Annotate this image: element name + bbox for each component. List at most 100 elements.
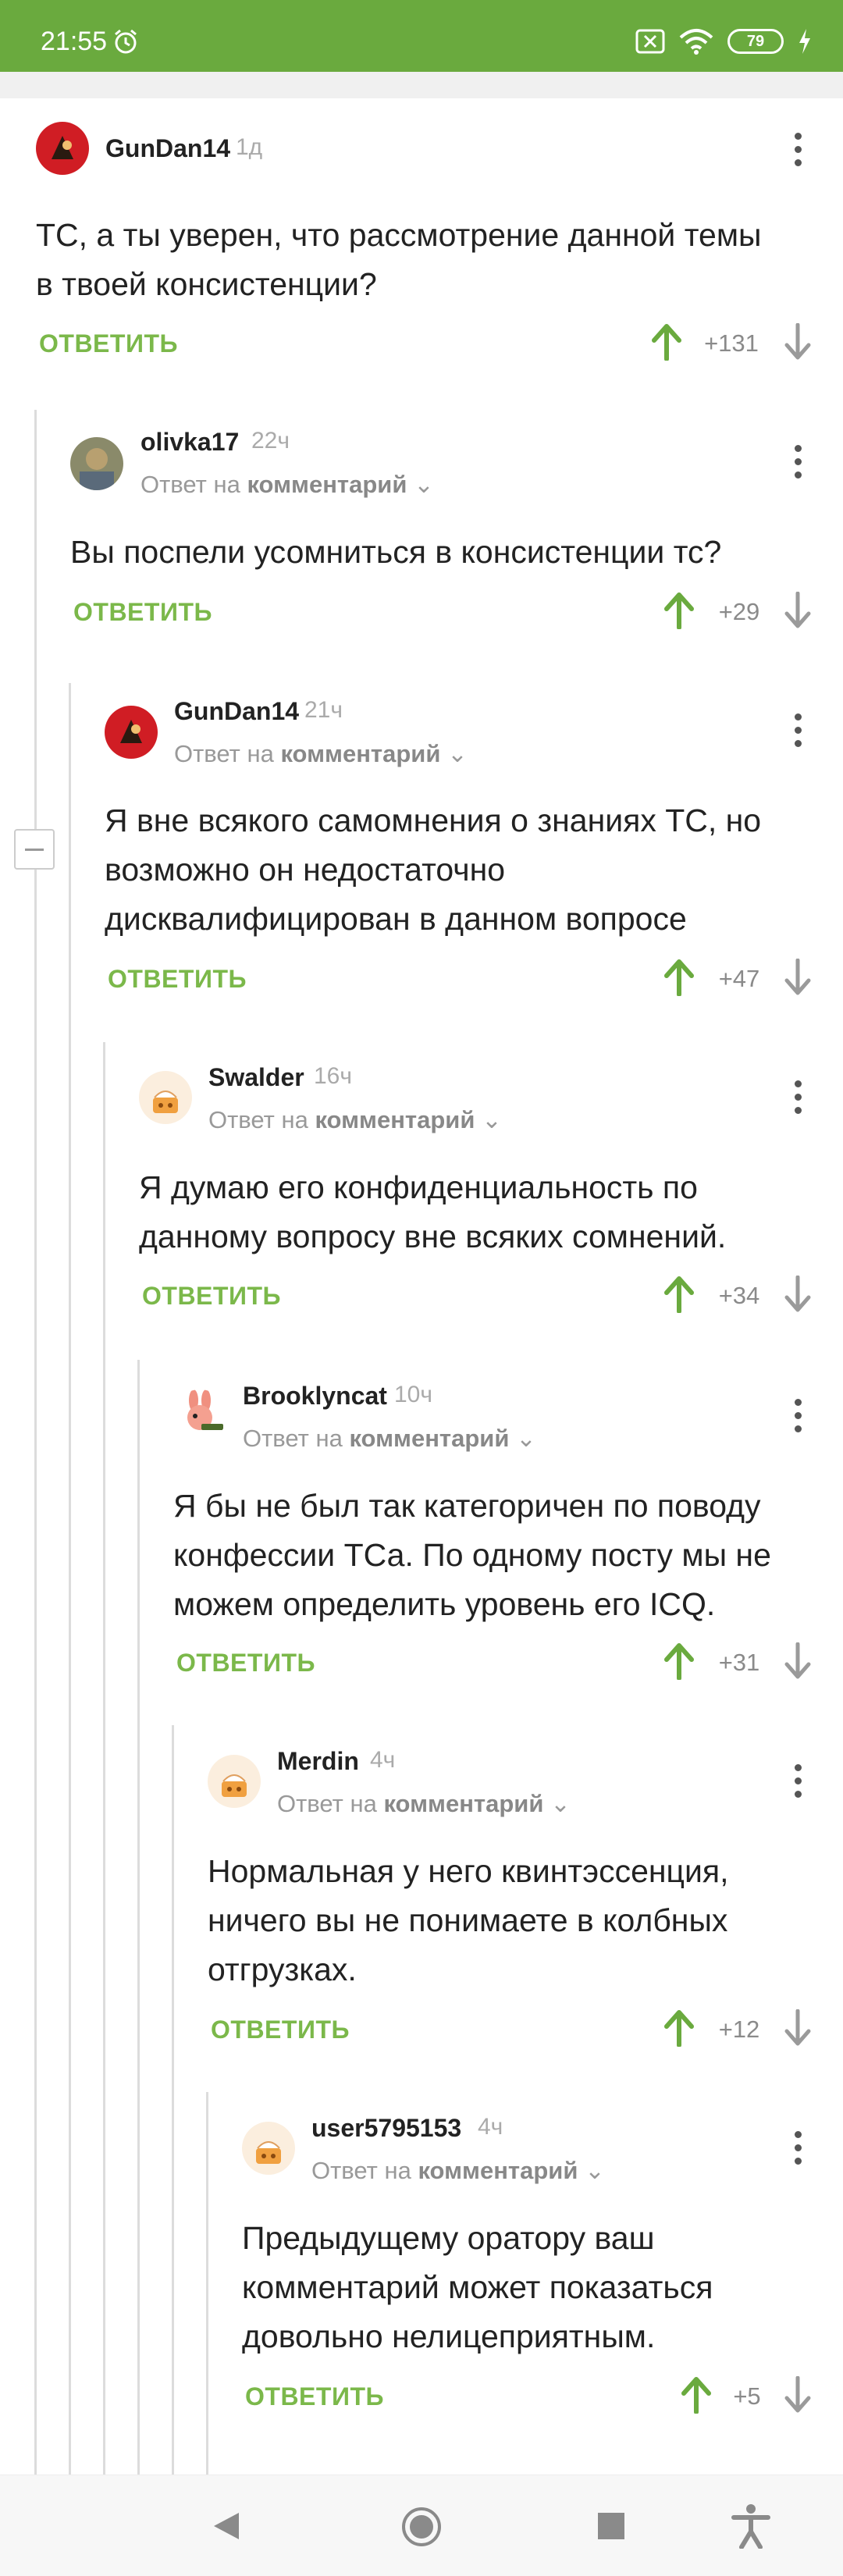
reply-button[interactable]: ОТВЕТИТЬ: [211, 2016, 350, 2044]
reply-to-link[interactable]: Ответ на комментарий ⌄: [277, 1790, 571, 1818]
thread-line: [103, 1042, 105, 2475]
comment-time: 16ч: [314, 1063, 352, 1089]
default-avatar-icon: [256, 2141, 281, 2164]
upvote-icon[interactable]: [663, 2009, 695, 2047]
reply-to-link[interactable]: Ответ на комментарий ⌄: [243, 1425, 536, 1453]
comment-score: +34: [718, 1282, 760, 1309]
more-options-icon[interactable]: [790, 2128, 806, 2167]
upvote-icon[interactable]: [681, 2376, 712, 2414]
more-options-icon[interactable]: [790, 710, 806, 749]
username[interactable]: GunDan14: [105, 134, 230, 163]
battery-indicator: 79: [727, 29, 784, 54]
charging-icon: [799, 29, 810, 54]
more-options-icon[interactable]: [790, 130, 806, 169]
bunny-avatar-icon: [187, 1389, 223, 1430]
status-icons: 79: [635, 28, 812, 55]
user-logo-icon: [52, 136, 73, 159]
upvote-icon[interactable]: [663, 959, 695, 996]
comment-score: +131: [704, 329, 759, 357]
username[interactable]: olivka17: [140, 428, 239, 457]
comment-time: 22ч: [251, 428, 290, 454]
comment-time: 4ч: [370, 1747, 396, 1773]
downvote-icon[interactable]: [782, 323, 813, 361]
chevron-down-icon: ⌄: [516, 1425, 536, 1452]
downvote-icon[interactable]: [782, 959, 813, 996]
reply-button[interactable]: ОТВЕТИТЬ: [39, 329, 178, 358]
comment-time: 1д: [236, 134, 263, 160]
reply-to-link[interactable]: Ответ на комментарий ⌄: [208, 1106, 502, 1134]
back-icon[interactable]: [212, 2511, 240, 2541]
avatar[interactable]: [105, 706, 158, 759]
status-time: 21:55: [41, 27, 108, 56]
comment-score: +29: [718, 598, 760, 625]
user-logo-icon: [120, 720, 142, 743]
comment-time: 4ч: [478, 2114, 503, 2140]
header-shadow: [0, 72, 843, 98]
thread-line: [34, 410, 37, 2475]
more-options-icon[interactable]: [790, 1761, 806, 1800]
alarm-icon: [115, 29, 137, 54]
comment-score: +31: [718, 1649, 760, 1676]
reply-to-link[interactable]: Ответ на комментарий ⌄: [311, 2157, 605, 2185]
comment-text: Я думаю его конфиденциальность по данном…: [139, 1169, 727, 1254]
chevron-down-icon: ⌄: [550, 1790, 571, 1817]
comment-text: Я бы не был так категоричен по поводу ко…: [173, 1488, 771, 1622]
system-navigation-bar: [0, 2475, 843, 2576]
upvote-icon[interactable]: [663, 592, 695, 629]
upvote-icon[interactable]: [663, 1276, 695, 1313]
no-sim-icon: [635, 29, 665, 54]
reply-button[interactable]: ОТВЕТИТЬ: [108, 965, 247, 994]
default-avatar-icon: [222, 1774, 247, 1797]
thread-line: [206, 2092, 208, 2475]
reply-button[interactable]: ОТВЕТИТЬ: [142, 1282, 281, 1311]
recent-apps-icon[interactable]: [598, 2513, 624, 2539]
username[interactable]: GunDan14: [174, 697, 299, 726]
comment-text: Вы поспели усомниться в консистенции тс?: [70, 534, 722, 570]
reply-button[interactable]: ОТВЕТИТЬ: [73, 598, 212, 627]
more-options-icon[interactable]: [790, 1396, 806, 1435]
avatar[interactable]: [208, 1755, 261, 1808]
username[interactable]: user5795153: [311, 2114, 461, 2143]
comment-text: Нормальная у него квинтэссенция, ничего …: [208, 1853, 729, 1987]
comment-text: Предыдущему оратору ваш комментарий може…: [242, 2220, 713, 2354]
reply-button[interactable]: ОТВЕТИТЬ: [245, 2382, 384, 2411]
wifi-icon: [679, 29, 713, 55]
reply-to-link[interactable]: Ответ на комментарий ⌄: [174, 740, 468, 768]
chevron-down-icon: ⌄: [447, 740, 468, 767]
home-icon[interactable]: [401, 2507, 442, 2547]
downvote-icon[interactable]: [782, 2009, 813, 2047]
thread-line: [69, 683, 71, 2475]
avatar[interactable]: [173, 1389, 226, 1443]
reply-button[interactable]: ОТВЕТИТЬ: [176, 1649, 315, 1678]
avatar[interactable]: [139, 1071, 192, 1124]
thread-line: [137, 1360, 140, 2475]
avatar[interactable]: [36, 122, 89, 175]
avatar[interactable]: [70, 437, 123, 490]
default-avatar-icon: [153, 1091, 178, 1113]
accessibility-icon[interactable]: [731, 2503, 771, 2549]
username[interactable]: Brooklyncat: [243, 1382, 387, 1411]
downvote-icon[interactable]: [782, 2376, 813, 2414]
more-options-icon[interactable]: [790, 1077, 806, 1116]
reply-to-link[interactable]: Ответ на комментарий ⌄: [140, 471, 434, 499]
chevron-down-icon: ⌄: [482, 1106, 502, 1133]
comment-score: +5: [733, 2382, 761, 2410]
downvote-icon[interactable]: [782, 592, 813, 629]
chevron-down-icon: ⌄: [585, 2157, 605, 2184]
downvote-icon[interactable]: [782, 1642, 813, 1680]
username[interactable]: Swalder: [208, 1063, 304, 1092]
user-photo-icon: [80, 448, 114, 490]
avatar[interactable]: [242, 2122, 295, 2175]
comment-time: 10ч: [394, 1382, 432, 1407]
comment-score: +12: [718, 2016, 760, 2043]
comment-text: ТС, а ты уверен, что рассмотрение данной…: [36, 217, 762, 302]
collapse-thread-button[interactable]: [14, 829, 55, 870]
thread-line: [172, 1725, 174, 2475]
upvote-icon[interactable]: [651, 323, 682, 361]
more-options-icon[interactable]: [790, 442, 806, 481]
comment-time: 21ч: [304, 697, 343, 723]
upvote-icon[interactable]: [663, 1642, 695, 1680]
username[interactable]: Merdin: [277, 1747, 359, 1776]
downvote-icon[interactable]: [782, 1276, 813, 1313]
comment-text: Я вне всякого самомнения о знаниях ТС, н…: [105, 802, 762, 937]
